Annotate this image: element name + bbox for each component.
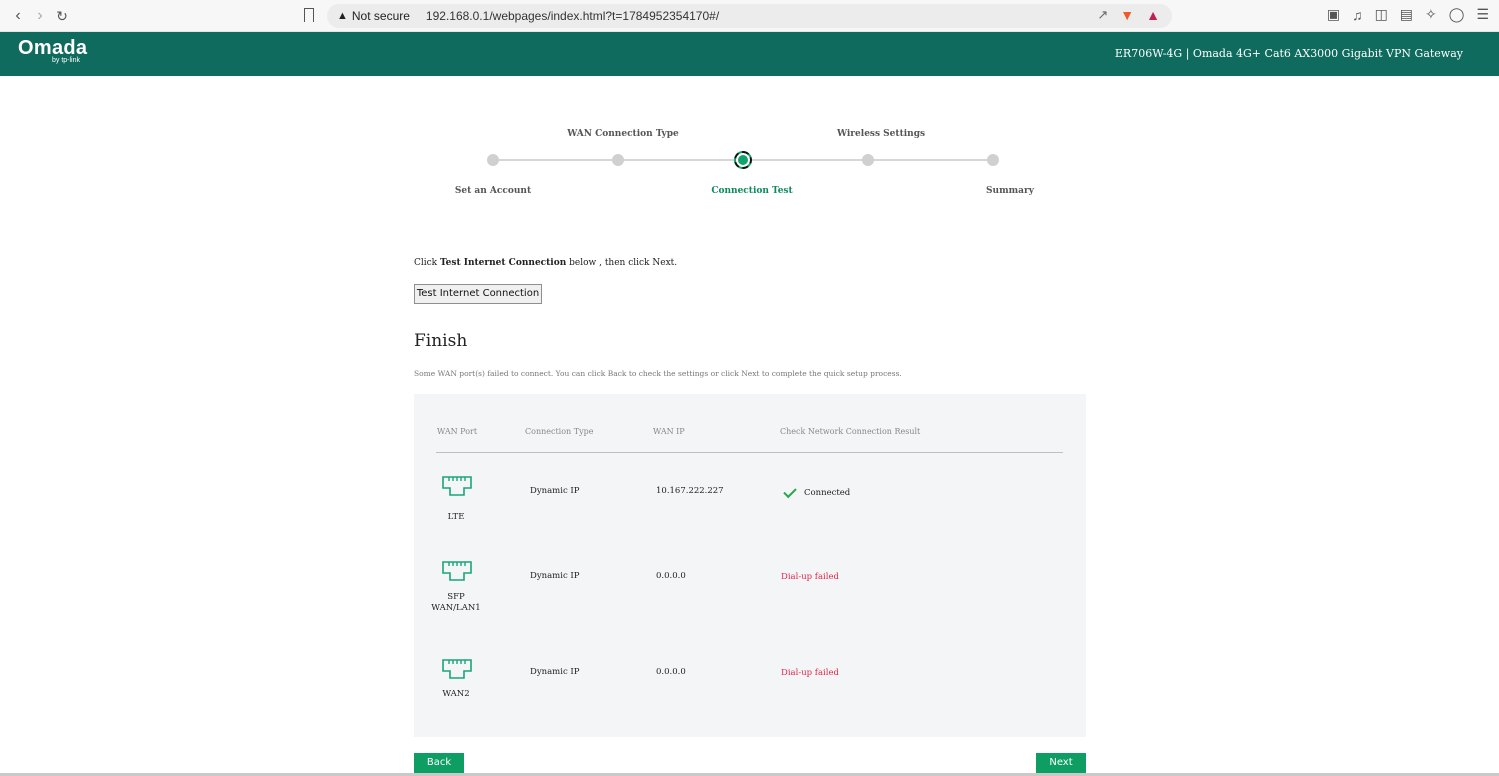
step-dot-summary — [987, 154, 999, 166]
column-header-wan-ip: WAN IP — [653, 427, 685, 436]
finish-description: Some WAN port(s) failed to connect. You … — [414, 369, 902, 378]
table-row: WAN2 Dynamic IP 0.0.0.0 Dial-up failed — [414, 655, 1086, 735]
brave-rewards-icon[interactable]: ▲ — [1146, 7, 1160, 23]
browser-toolbar: ‹ › ↻ ▲ Not secure 192.168.0.1/webpages/… — [0, 0, 1499, 32]
port-name: SFP WAN/LAN1 — [431, 592, 481, 613]
warning-icon: ▲ — [337, 10, 348, 22]
column-header-check-result: Check Network Connection Result — [780, 427, 921, 436]
table-row: LTE Dynamic IP 10.167.222.227 Connected — [414, 472, 1086, 552]
ethernet-port-icon — [442, 659, 472, 679]
step-label-wan-connection-type: WAN Connection Type — [567, 129, 679, 139]
step-dot-wan-connection-type — [612, 154, 624, 166]
step-label-set-account: Set an Account — [454, 186, 532, 196]
omada-logo: Omada — [18, 37, 88, 59]
connection-type-cell: Dynamic IP — [530, 667, 580, 677]
back-button[interactable]: Back — [414, 753, 464, 773]
wan-ip-cell: 10.167.222.227 — [656, 486, 724, 496]
table-row: SFP WAN/LAN1 Dynamic IP 0.0.0.0 Dial-up f… — [414, 557, 1086, 637]
next-button[interactable]: Next — [1036, 753, 1086, 773]
reload-icon[interactable]: ↻ — [52, 6, 72, 26]
instruction-bold: Test Internet Connection — [440, 258, 567, 268]
address-bar[interactable]: ▲ Not secure 192.168.0.1/webpages/index.… — [327, 4, 1172, 28]
instruction-suffix: below , then click Next. — [566, 258, 678, 268]
test-internet-connection-button[interactable]: Test Internet Connection — [414, 284, 542, 304]
step-label-summary: Summary — [986, 186, 1034, 196]
security-label: Not secure — [351, 9, 410, 23]
port-name: LTE — [447, 512, 465, 522]
wan-results-table: WAN Port Connection Type WAN IP Check Ne… — [414, 394, 1086, 737]
result-cell: Connected — [783, 484, 851, 499]
app-header: Omada by tp-link ER706W-4G | Omada 4G+ C… — [0, 32, 1499, 76]
instruction-prefix: Click — [414, 258, 440, 268]
share-icon[interactable]: ↗ — [1097, 7, 1108, 23]
wan-ip-cell: 0.0.0.0 — [656, 667, 686, 677]
column-header-wan-port: WAN Port — [437, 427, 478, 436]
ethernet-port-icon — [442, 561, 472, 581]
column-header-connection-type: Connection Type — [525, 427, 594, 436]
ethernet-port-icon — [442, 476, 472, 496]
brave-shield-icon[interactable]: ▼ — [1120, 7, 1134, 23]
reader-mode-icon[interactable]: ▣ — [1327, 6, 1340, 23]
wan-ip-cell: 0.0.0.0 — [656, 571, 686, 581]
menu-icon[interactable]: ☰ — [1476, 6, 1489, 23]
wallet-icon[interactable]: ▤ — [1400, 6, 1413, 23]
step-dot-set-account — [487, 154, 499, 166]
connection-type-cell: Dynamic IP — [530, 571, 580, 581]
step-label-connection-test: Connection Test — [711, 186, 793, 196]
step-dot-wireless-settings — [862, 154, 874, 166]
forward-nav-icon[interactable]: › — [30, 6, 50, 26]
instruction-text: Click Test Internet Connection below , t… — [414, 258, 677, 268]
bookmark-icon[interactable] — [304, 8, 314, 22]
setup-stepper: Set an Account WAN Connection Type Conne… — [455, 125, 1034, 205]
check-icon — [783, 484, 797, 499]
step-dot-connection-test — [734, 151, 752, 169]
header-divider — [436, 452, 1063, 453]
result-text: Connected — [804, 488, 851, 498]
url-text: 192.168.0.1/webpages/index.html?t=178495… — [425, 9, 720, 23]
result-text: Dial-up failed — [781, 572, 839, 582]
step-label-wireless-settings: Wireless Settings — [836, 129, 926, 139]
finish-title: Finish — [414, 331, 468, 351]
connection-type-cell: Dynamic IP — [530, 486, 580, 496]
media-icon[interactable]: ♫ — [1352, 7, 1363, 23]
sidebar-icon[interactable]: ◫ — [1375, 6, 1388, 23]
address-bar-actions: ↗ ▼ ▲ — [1097, 7, 1160, 23]
result-text: Dial-up failed — [781, 668, 839, 678]
browser-extensions: ▣ ♫ ◫ ▤ ✧ ◯ ☰ — [1327, 6, 1489, 23]
leo-ai-icon[interactable]: ✧ — [1425, 6, 1437, 23]
logo-subtitle: by tp-link — [52, 57, 81, 64]
device-title: ER706W-4G | Omada 4G+ Cat6 AX3000 Gigabi… — [1114, 47, 1463, 60]
back-nav-icon[interactable]: ‹ — [8, 6, 28, 26]
vpn-icon[interactable]: ◯ — [1449, 6, 1465, 23]
security-indicator[interactable]: ▲ Not secure — [337, 9, 410, 23]
port-name: WAN2 — [442, 689, 470, 699]
